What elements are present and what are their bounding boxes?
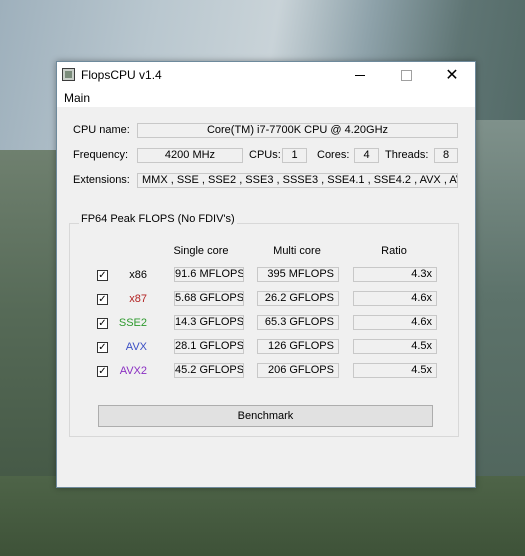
header-ratio: Ratio [381,245,407,257]
single-core-avx: 28.1 GFLOPS [174,339,244,354]
flops-group-title: FP64 Peak FLOPS (No FDIV's) [79,213,237,225]
row-name-x87: x87 [129,293,147,305]
header-multi-core: Multi core [273,245,321,257]
close-icon: ✕ [445,67,459,84]
frequency-field: 4200 MHz [137,148,243,163]
minimize-icon [355,74,365,76]
ratio-avx: 4.5x [353,339,437,354]
cpus-label: CPUs: [249,149,281,161]
row-name-avx: AVX [125,341,147,353]
ratio-x87: 4.6x [353,291,437,306]
cpu-name-field: Core(TM) i7-7700K CPU @ 4.20GHz [137,123,458,138]
minimize-button[interactable] [337,62,383,88]
check-icon: ✓ [98,342,107,353]
ratio-sse2: 4.6x [353,315,437,330]
row-name-avx2: AVX2 [119,365,147,377]
menu-main[interactable]: Main [64,91,90,105]
threads-label: Threads: [385,149,429,161]
multi-core-x87: 26.2 GFLOPS [257,291,339,306]
ratio-avx2: 4.5x [353,363,437,378]
check-icon: ✓ [98,366,107,377]
single-core-x86: 91.6 MFLOPS [174,267,244,282]
frequency-label: Frequency: [73,149,129,161]
maximize-button[interactable] [383,62,429,88]
window-title: FlopsCPU v1.4 [81,68,162,82]
extensions-field: MMX , SSE , SSE2 , SSE3 , SSSE3 , SSE4.1… [137,173,458,188]
benchmark-button[interactable]: Benchmark [98,405,433,427]
multi-core-avx: 126 GFLOPS [257,339,339,354]
flopscpu-window: FlopsCPU v1.4 ✕ Main CPU name: Core(TM) … [56,61,476,488]
multi-core-sse2: 65.3 GFLOPS [257,315,339,330]
check-icon: ✓ [98,318,107,329]
cores-field: 4 [354,148,379,163]
check-icon: ✓ [98,270,107,281]
cores-label: Cores: [317,149,350,161]
app-icon [62,68,75,81]
single-core-avx2: 45.2 GFLOPS [174,363,244,378]
title-bar[interactable]: FlopsCPU v1.4 ✕ [57,62,475,88]
extensions-label: Extensions: [73,174,130,186]
single-core-sse2: 14.3 GFLOPS [174,315,244,330]
close-button[interactable]: ✕ [429,62,475,88]
header-single-core: Single core [173,245,229,257]
check-icon: ✓ [98,294,107,305]
desktop-background-ground [0,476,525,556]
maximize-icon [400,69,412,81]
row-name-x86: x86 [129,269,147,281]
menu-bar: Main [57,88,475,108]
ratio-x86: 4.3x [353,267,437,282]
row-name-sse2: SSE2 [118,317,147,329]
single-core-x87: 5.68 GFLOPS [174,291,244,306]
threads-field: 8 [434,148,458,163]
cpu-name-label: CPU name: [73,124,130,136]
multi-core-avx2: 206 GFLOPS [257,363,339,378]
multi-core-x86: 395 MFLOPS [257,267,339,282]
cpus-field: 1 [282,148,307,163]
